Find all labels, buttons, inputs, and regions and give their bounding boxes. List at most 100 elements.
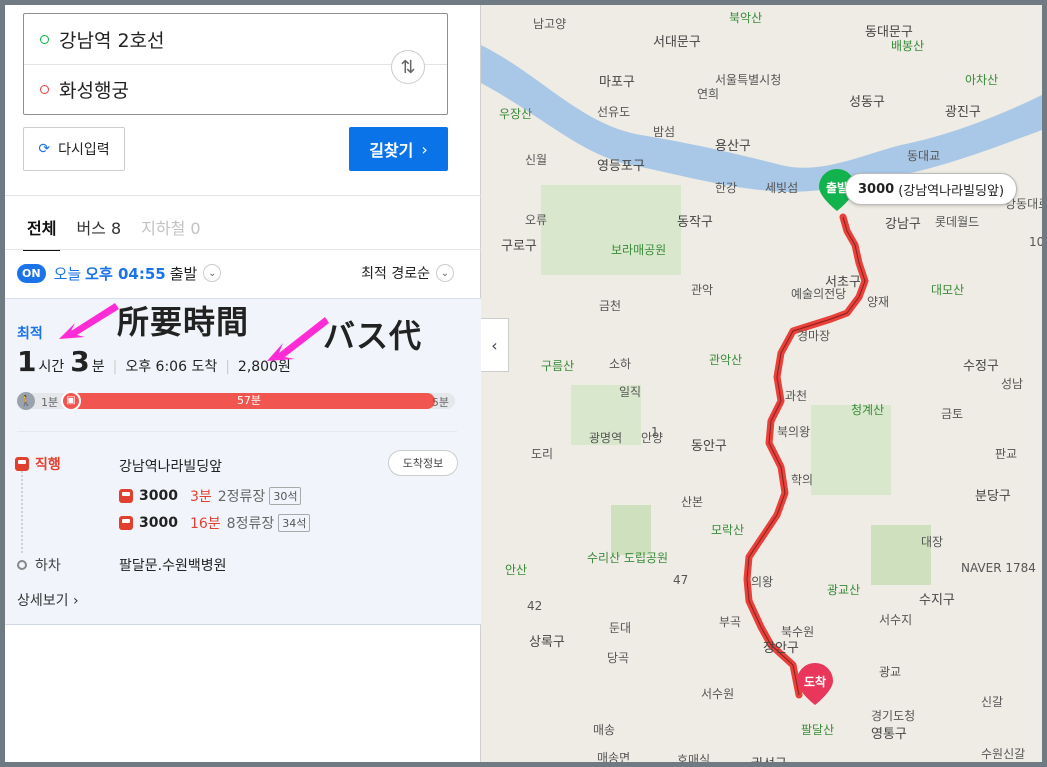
bus-icon xyxy=(15,457,29,471)
arrival-time: 오후 6:06 도착 xyxy=(125,359,218,375)
bus-icon xyxy=(119,516,133,530)
tab-all[interactable]: 전체 xyxy=(17,201,66,251)
map-label: 광명역 xyxy=(589,431,623,445)
stops-away: 2정류장 xyxy=(217,489,266,505)
reset-button[interactable]: ⟳ 다시입력 xyxy=(23,127,125,171)
map-label: 모락산 xyxy=(711,523,745,537)
map-label: 한강 xyxy=(715,181,738,195)
map-label: 47 xyxy=(673,573,689,587)
map-label: 판교 xyxy=(995,447,1018,461)
tooltip-bus: 3000 xyxy=(858,181,895,197)
map-label: 구로구 xyxy=(501,239,537,254)
walk-start-time: 1분 xyxy=(41,396,59,409)
search-route-button[interactable]: 길찾기 › xyxy=(349,127,448,171)
origin-field[interactable]: 강남역 2호선 xyxy=(24,14,447,64)
bus-arrival-row: 3000 3분 2정류장 30석 xyxy=(119,486,302,506)
collapse-panel-button[interactable]: ‹ xyxy=(481,318,509,372)
map-label: 청계산 xyxy=(851,403,885,417)
route-connector xyxy=(21,471,23,553)
map-label: 강남구 xyxy=(885,217,921,232)
bus-segment-time: 57분 xyxy=(236,394,262,407)
board-stop[interactable]: 강남역나라빌딩앞 xyxy=(119,456,222,476)
seat-count: 34석 xyxy=(278,514,311,532)
map-label: 장안구 xyxy=(763,641,799,656)
map-label: 호매실 xyxy=(677,753,711,762)
swap-button[interactable]: ⇅ xyxy=(391,50,425,84)
alight-label: 하차 xyxy=(35,558,61,574)
map-label: 42 xyxy=(527,599,543,613)
map-label: 광교산 xyxy=(827,583,861,597)
map-label: 우장산 xyxy=(499,107,533,121)
best-badge: 최적 xyxy=(17,326,43,342)
route-card[interactable]: 최적 1 시간 3 분 | 오후 6:06 도착 | 2,800원 🚶 1분 ▣… xyxy=(5,298,481,625)
map-label: 보라매공원 xyxy=(611,243,667,257)
departure-time-selector[interactable]: ON 오늘 오후 04:55 출발 ⌄ xyxy=(17,259,222,287)
detail-link[interactable]: 상세보기 › xyxy=(17,590,79,610)
refresh-icon: ⟳ xyxy=(38,141,51,157)
map-label: 금토 xyxy=(941,407,964,421)
map-label: 밤섬 xyxy=(653,125,676,139)
search-box: 강남역 2호선 화성행궁 ⇅ xyxy=(23,13,448,115)
map-label: 매송면 xyxy=(597,751,631,762)
map-label: 북의왕 xyxy=(777,425,811,439)
map-label: 수원신갈 xyxy=(981,747,1026,761)
map-label: 과천 xyxy=(785,389,808,403)
map-label: 서수원 xyxy=(701,687,735,701)
walk-icon: 🚶 xyxy=(17,392,35,410)
end-pin[interactable]: 도착 xyxy=(797,663,833,705)
route-timeline-bar: 🚶 1분 ▣ 57분 5분 xyxy=(17,391,455,411)
map-label: NAVER 1784 xyxy=(961,561,1036,575)
arrival-minutes: 16분 xyxy=(189,516,221,532)
map-label: 선유도 xyxy=(597,105,631,119)
minutes-unit: 분 xyxy=(91,359,105,375)
origin-dot-icon xyxy=(40,34,49,44)
map-label: 관악 xyxy=(691,283,714,297)
hours-unit: 시간 xyxy=(38,359,65,375)
tab-bus[interactable]: 버스 8 xyxy=(66,201,131,249)
bus-number[interactable]: 3000 xyxy=(139,515,178,531)
map-label: 수지구 xyxy=(919,593,955,608)
arrival-info-button[interactable]: 도착정보 xyxy=(388,450,458,476)
map-label: 영통구 xyxy=(871,727,907,742)
map-label: 수정구 xyxy=(963,359,999,374)
divider xyxy=(5,249,481,250)
annotation-arrow xyxy=(59,303,119,339)
map-view[interactable]: 남고양 북악산 동대문구 서대문구 배봉산 연희 마포구 서울특별시청 아차산 우장산 선유도 성동구… xyxy=(481,5,1042,762)
tooltip-stop: (강남역나라빌딩앞) xyxy=(898,183,1005,199)
today-label: 오늘 xyxy=(53,264,82,283)
bus-segment: ▣ 57분 xyxy=(61,391,435,411)
map-label: 팔달산 xyxy=(801,723,835,737)
map-label: 학의 xyxy=(791,473,814,487)
duration-annotation: 所要時間 xyxy=(117,303,250,341)
map-label: 아차산 xyxy=(965,73,999,87)
alight-stop[interactable]: 팔달문.수원백병원 xyxy=(119,555,227,575)
map-label: 성남 xyxy=(1001,377,1024,391)
map-label: 대모산 xyxy=(931,283,965,297)
map-label: 둔대 xyxy=(609,621,632,635)
map-label: 산본 xyxy=(681,495,704,509)
bus-icon xyxy=(119,489,133,503)
sort-label: 최적 경로순 xyxy=(361,266,430,282)
on-toggle[interactable]: ON xyxy=(17,263,46,283)
bus-number[interactable]: 3000 xyxy=(139,488,178,504)
map-label: 세빛섬 xyxy=(765,181,799,195)
tab-subway[interactable]: 지하철 0 xyxy=(131,201,210,249)
destination-field[interactable]: 화성행궁 xyxy=(24,64,447,114)
sort-selector[interactable]: 최적 경로순 ⌄ xyxy=(361,263,454,283)
map-label: 1 xyxy=(651,425,659,439)
route-summary: 1 시간 3 분 | 오후 6:06 도착 | 2,800원 xyxy=(17,345,291,378)
chevron-down-icon[interactable]: ⌄ xyxy=(203,264,222,282)
separator: | xyxy=(112,359,118,375)
map-label: 동대교 xyxy=(907,149,941,163)
map-label: 일직 xyxy=(619,385,642,399)
map-label: 영등포구 xyxy=(597,159,645,174)
map-label: 대장 xyxy=(921,535,944,549)
board-type-label: 직행 xyxy=(35,457,61,473)
seat-count: 30석 xyxy=(269,487,302,505)
stops-away: 8정류장 xyxy=(226,516,275,532)
map-label: 안산 xyxy=(505,563,528,577)
map-label: 100 xyxy=(1029,235,1042,249)
stop-tooltip[interactable]: 3000 (강남역나라빌딩앞) xyxy=(845,173,1018,205)
map-label: 부곡 xyxy=(719,615,742,629)
divider xyxy=(17,431,457,432)
